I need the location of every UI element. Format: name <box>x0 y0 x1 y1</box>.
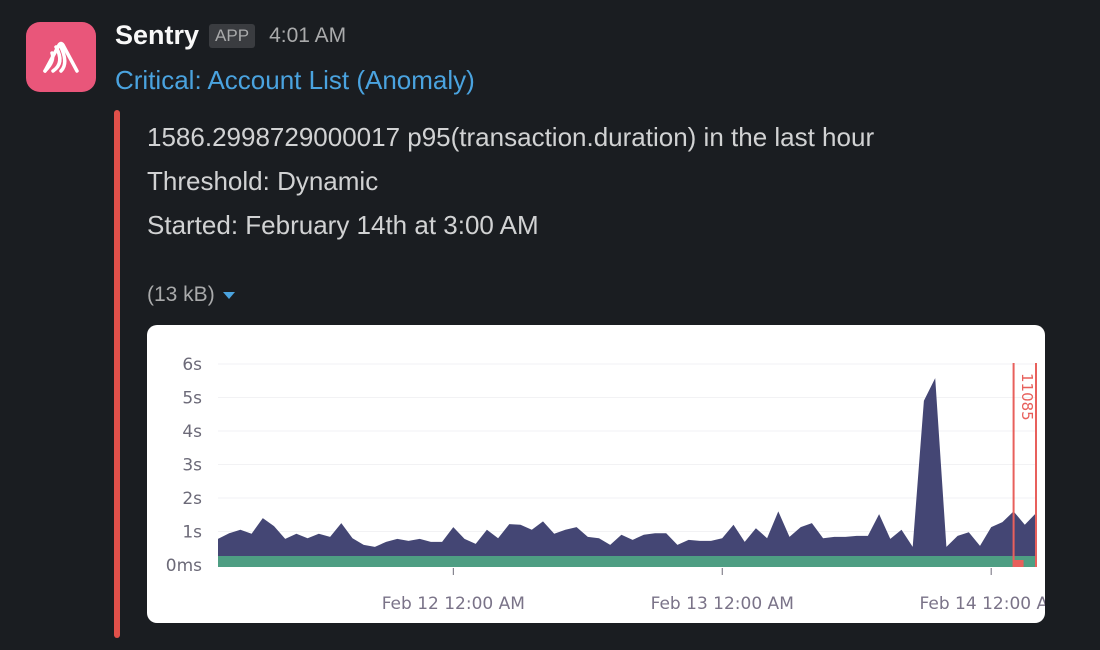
alert-started-line: Started: February 14th at 3:00 AM <box>147 210 539 240</box>
y-tick-label: 1s <box>182 523 202 543</box>
y-tick-label: 0ms <box>166 556 202 576</box>
sentry-logo-icon <box>43 41 79 73</box>
x-tick-label: Feb 13 12:00 AM <box>651 594 794 614</box>
alert-metric-line: 1586.2998729000017 p95(transaction.durat… <box>147 122 875 152</box>
chart-image[interactable]: 0ms 1s 2s 3s 4s 5s 6s 11085 Feb 12 12:00 AM Feb 1… <box>147 325 1045 623</box>
y-tick-label: 5s <box>182 389 202 409</box>
app-badge: APP <box>209 23 256 48</box>
severity-bar <box>114 110 120 638</box>
y-tick-label: 2s <box>182 489 202 509</box>
y-tick-label: 6s <box>182 355 202 375</box>
series-area <box>218 378 1036 565</box>
incident-marker <box>1013 560 1024 567</box>
sentry-avatar[interactable] <box>26 22 96 92</box>
message-header: Sentry APP 4:01 AM <box>115 20 346 51</box>
x-tick-label: Feb 14 12:00 AM <box>920 594 1045 614</box>
attachment-size: (13 kB) <box>147 283 215 306</box>
timestamp[interactable]: 4:01 AM <box>269 24 346 48</box>
alert-title-link[interactable]: Critical: Account List (Anomaly) <box>115 65 475 96</box>
attachment-toggle[interactable]: (13 kB) <box>147 283 235 307</box>
y-tick-label: 4s <box>182 422 202 442</box>
y-tick-label: 3s <box>182 456 202 476</box>
caret-down-icon[interactable] <box>222 291 235 299</box>
chart: 0ms 1s 2s 3s 4s 5s 6s 11085 Feb 12 12:00 AM Feb 1… <box>166 355 1045 614</box>
x-tick-label: Feb 12 12:00 AM <box>382 594 525 614</box>
sender-name[interactable]: Sentry <box>115 20 199 51</box>
incident-label: 11085 <box>1018 373 1036 421</box>
alert-threshold-line: Threshold: Dynamic <box>147 166 379 196</box>
baseline-band <box>218 556 1036 567</box>
